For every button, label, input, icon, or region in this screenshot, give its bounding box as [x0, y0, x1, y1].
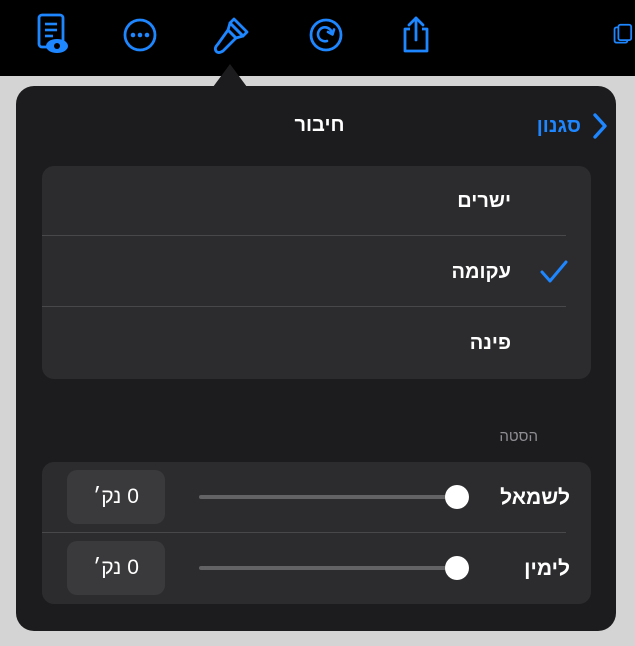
- more-icon: [123, 18, 157, 52]
- offset-left-value-field[interactable]: 0 נק׳: [67, 470, 165, 524]
- offset-right-label: לימין: [524, 557, 570, 580]
- document-view-button[interactable]: [30, 12, 76, 58]
- option-label: ישרים: [457, 190, 511, 212]
- collaborate-button[interactable]: [612, 12, 635, 58]
- popover-arrow: [213, 64, 247, 87]
- divider: [42, 235, 566, 236]
- offset-right-slider-track[interactable]: [199, 566, 459, 570]
- option-corner[interactable]: פינה: [42, 308, 591, 379]
- document-view-icon: [37, 13, 68, 53]
- offset-right-value-field[interactable]: 0 נק׳: [67, 541, 165, 595]
- connection-type-list: ישרים עקומה פינה: [42, 166, 591, 379]
- share-icon: [403, 16, 429, 53]
- divider: [42, 532, 566, 533]
- redo-icon: [309, 18, 343, 52]
- share-button[interactable]: [393, 12, 439, 58]
- toolbar: [0, 0, 635, 76]
- offset-section-label: הסטה: [499, 428, 538, 445]
- popover-title: חיבור: [294, 114, 345, 136]
- format-brush-icon: [213, 17, 249, 54]
- divider: [42, 306, 566, 307]
- offset-left-label: לשמאל: [500, 486, 570, 509]
- option-straight[interactable]: ישרים: [42, 166, 591, 237]
- option-label: עקומה: [451, 261, 511, 283]
- option-curved[interactable]: עקומה: [42, 237, 591, 308]
- offset-group: לשמאל 0 נק׳ לימין 0 נק׳: [42, 462, 591, 604]
- format-brush-button[interactable]: [209, 12, 255, 58]
- checkmark-icon: [540, 260, 568, 283]
- collaborate-icon: [613, 23, 633, 44]
- offset-left-slider-track[interactable]: [199, 495, 459, 499]
- more-button[interactable]: [117, 12, 163, 58]
- offset-left-row: לשמאל 0 נק׳: [42, 462, 591, 533]
- offset-right-slider-thumb[interactable]: [445, 556, 469, 580]
- offset-right-row: לימין 0 נק׳: [42, 533, 591, 604]
- option-label: פינה: [469, 332, 511, 354]
- redo-button[interactable]: [303, 12, 349, 58]
- offset-left-slider-thumb[interactable]: [445, 485, 469, 509]
